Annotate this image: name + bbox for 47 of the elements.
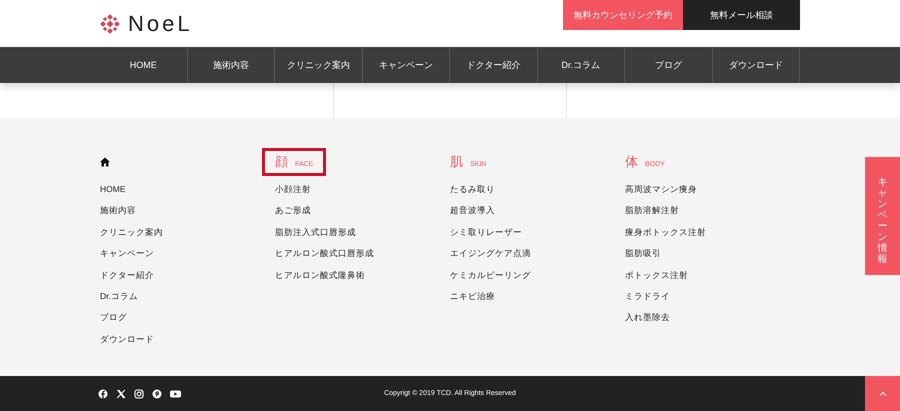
chevron-up-icon [878,391,886,396]
footer-link[interactable]: ヒアルロン酸式隆鼻術 [275,264,365,286]
footer-link[interactable]: ヒアルロン酸式口唇形成 [275,243,374,265]
nav-link[interactable]: キャンペーン [362,47,449,83]
category-title: 肌 [450,153,463,171]
nav-link[interactable]: 施術内容 [186,47,274,83]
mail-consultation-button[interactable]: 無料メール相談 [683,0,800,30]
instagram-icon[interactable] [134,388,144,398]
footer-link[interactable]: HOME [100,179,126,200]
category-title: 体 [625,153,638,171]
footer-link[interactable]: ミラドライ [625,286,670,308]
footer-link[interactable]: ニキビ治療 [450,286,495,308]
footer-link[interactable]: 施術内容 [100,200,136,222]
footer-link[interactable]: 脂肪吸引 [625,243,661,265]
flower-logo-icon [100,14,120,34]
footer-link[interactable]: 高周波マシン痩身 [625,179,697,200]
nav-link[interactable]: Dr.コラム [536,47,624,83]
category-title: 顔 [275,153,288,171]
footer-link[interactable]: あご形成 [275,200,311,222]
footer-link[interactable]: ダウンロード [100,328,154,350]
logo-text[interactable]: NoeL [128,10,193,36]
nav-link[interactable]: ドクター紹介 [449,47,536,83]
footer-link[interactable]: 脂肪溶解注射 [625,200,679,222]
footer-link[interactable]: 超音波導入 [450,200,495,222]
nav-link[interactable]: クリニック案内 [274,47,362,83]
home-icon [100,157,110,167]
footer-link[interactable]: クリニック案内 [100,222,163,244]
footer-link[interactable]: Dr.コラム [100,286,138,308]
footer-link[interactable]: ボトックス注射 [625,264,688,286]
facebook-icon[interactable] [98,388,108,398]
x-logo-icon[interactable] [116,388,126,398]
footer-link[interactable]: 小顔注射 [275,179,311,200]
footer-link[interactable]: 痩身ボトックス注射 [625,222,706,244]
nav-link[interactable]: HOME [100,47,186,83]
footer-link[interactable]: ケミカルピーリング [450,264,531,286]
footer-link[interactable]: ドクター紹介 [100,264,154,286]
footer-link[interactable]: 入れ墨除去 [625,307,670,329]
nav-link[interactable]: ダウンロード [712,47,800,83]
footer-link[interactable]: エイジングケア点滴 [450,243,531,265]
pinterest-icon[interactable] [152,388,162,398]
footer-link[interactable]: ブログ [100,307,127,329]
youtube-icon[interactable] [170,388,181,398]
footer-link[interactable]: たるみ取り [450,179,495,200]
nav-link[interactable]: ブログ [624,47,712,83]
footer-link[interactable]: キャンペーン [100,243,154,265]
footer-link[interactable]: シミ取りレーザー [450,222,522,244]
footer-link[interactable]: 脂肪注入式口唇形成 [275,222,356,244]
